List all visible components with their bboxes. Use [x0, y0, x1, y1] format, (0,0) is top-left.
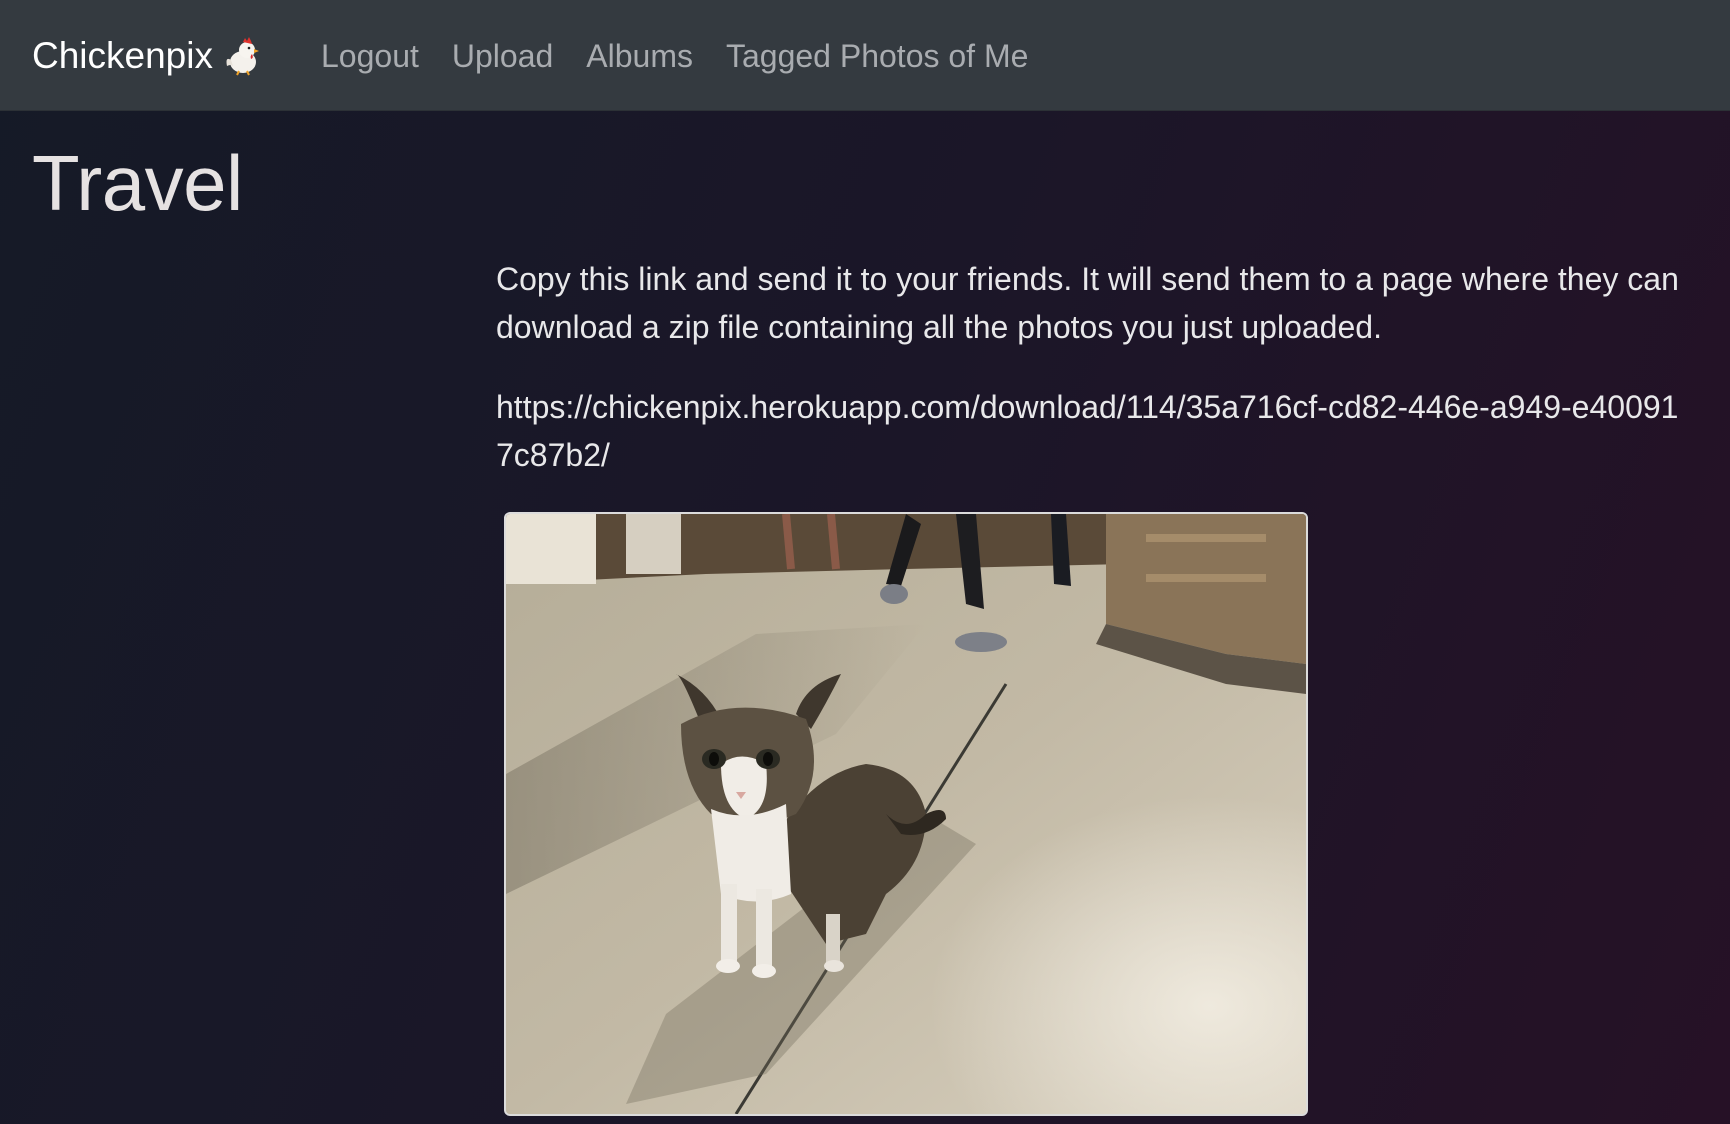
nav-logout[interactable]: Logout	[321, 38, 419, 75]
share-instructions: Copy this link and send it to your frien…	[496, 261, 1679, 345]
share-section: Copy this link and send it to your frien…	[496, 255, 1686, 479]
nav-albums[interactable]: Albums	[586, 38, 693, 75]
brand-link[interactable]: Chickenpix	[32, 28, 261, 84]
navbar: Chickenpix Logout Upload Albums Tagged P…	[0, 0, 1730, 111]
cat-photo[interactable]	[504, 512, 1308, 1116]
share-link[interactable]: https://chickenpix.herokuapp.com/downloa…	[496, 383, 1686, 479]
nav-tagged-photos[interactable]: Tagged Photos of Me	[726, 38, 1028, 75]
nav-links: Logout Upload Albums Tagged Photos of Me	[321, 28, 1061, 84]
brand-name: Chickenpix	[32, 35, 213, 76]
chicken-icon	[221, 36, 261, 76]
page-title: Travel	[32, 139, 243, 227]
nav-upload[interactable]: Upload	[452, 38, 553, 75]
